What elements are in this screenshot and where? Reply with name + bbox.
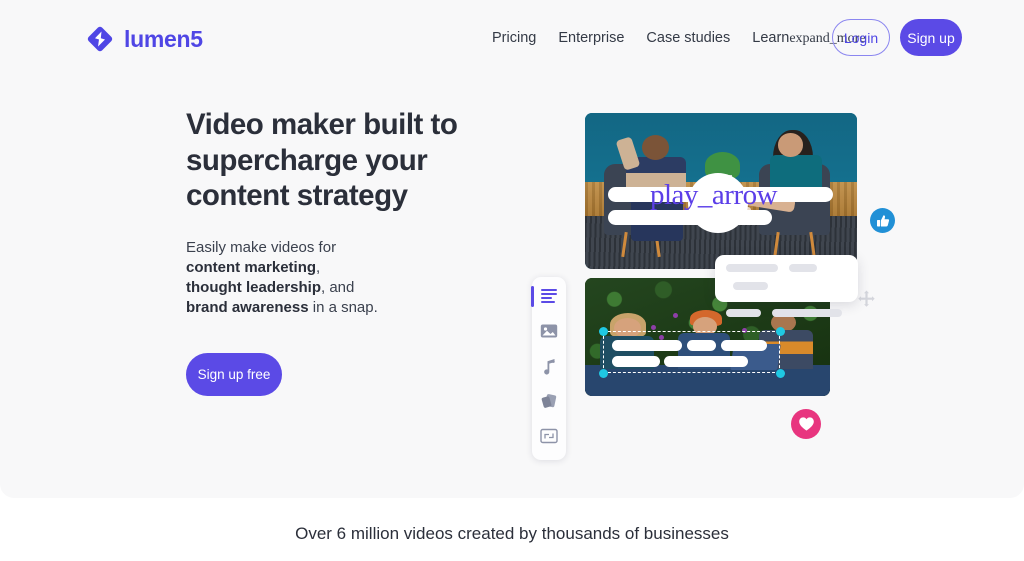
text-lines-icon xyxy=(541,289,557,303)
expand-frame-icon xyxy=(540,428,558,444)
product-mockup: play_arrow xyxy=(520,100,920,470)
active-indicator-bar xyxy=(531,286,534,307)
subtitle-bold-brand-awareness: brand awareness xyxy=(186,298,309,316)
nav-actions: Login Sign up xyxy=(832,19,962,56)
move-cross-icon[interactable] xyxy=(858,290,875,307)
floating-skeleton-card xyxy=(715,255,858,317)
heart-icon xyxy=(798,417,814,431)
subtitle-bold-content-marketing: content marketing xyxy=(186,258,317,276)
hero-copy: Video maker built to supercharge your co… xyxy=(186,107,516,396)
sidebar-item-image-tool[interactable] xyxy=(538,320,560,342)
hero-subtitle: Easily make videos for content marketing… xyxy=(186,238,516,318)
headline-line-1: Video maker built to xyxy=(186,108,458,141)
text-skeleton-bar xyxy=(664,356,748,367)
text-skeleton-bar xyxy=(612,340,682,351)
headline-line-3: content strategy xyxy=(186,179,408,212)
sidebar-item-resize-tool[interactable] xyxy=(538,425,560,447)
headline-line-2: supercharge your xyxy=(186,143,428,177)
top-navigation-bar: lumen5 Pricing Enterprise Case studies L… xyxy=(0,0,1024,76)
login-button[interactable]: Login xyxy=(832,19,890,56)
text-skeleton-bar xyxy=(612,356,660,367)
page-root: lumen5 Pricing Enterprise Case studies L… xyxy=(0,0,1024,561)
subtitle-comma: , xyxy=(316,258,321,276)
page-title: Video maker built to supercharge your co… xyxy=(186,107,516,214)
thumbs-up-badge xyxy=(870,208,895,233)
heart-badge xyxy=(791,409,821,439)
brand-name: lumen5 xyxy=(124,25,203,52)
thumbs-up-icon xyxy=(876,214,889,226)
music-note-icon xyxy=(543,358,555,375)
nav-link-case-studies[interactable]: Case studies xyxy=(646,30,730,46)
nav-link-pricing[interactable]: Pricing xyxy=(492,30,536,46)
nav-links: Pricing Enterprise Case studies Learn exp… xyxy=(492,30,866,47)
selection-handle-bottom-left[interactable] xyxy=(598,368,608,378)
signup-button[interactable]: Sign up xyxy=(900,19,962,56)
lumen5-diamond-logo-icon xyxy=(85,24,115,54)
text-skeleton-bar xyxy=(721,340,767,351)
selection-handle-top-right[interactable] xyxy=(775,326,785,336)
nav-link-learn-label: Learn xyxy=(752,30,790,46)
subtitle-tail: in a snap. xyxy=(308,298,378,316)
subtitle-bold-thought-leadership: thought leadership xyxy=(186,278,321,296)
text-skeleton-bar xyxy=(687,340,716,351)
play-arrow-icon[interactable]: play_arrow xyxy=(650,180,840,210)
selection-handle-bottom-right[interactable] xyxy=(775,368,785,378)
selection-handle-top-left[interactable] xyxy=(598,326,608,336)
layers-icon xyxy=(541,393,557,408)
sidebar-item-layers-tool[interactable] xyxy=(538,390,560,412)
subtitle-line-1: Easily make videos for xyxy=(186,238,337,256)
sidebar-item-music-tool[interactable] xyxy=(538,355,560,377)
subtitle-and: , and xyxy=(321,278,355,296)
nav-link-enterprise[interactable]: Enterprise xyxy=(558,30,624,46)
signup-free-button[interactable]: Sign up free xyxy=(186,353,282,396)
brand-logo[interactable]: lumen5 xyxy=(85,24,203,54)
image-icon xyxy=(540,324,558,338)
sidebar-item-text-tool[interactable] xyxy=(531,285,560,307)
editor-sidebar-toolbar xyxy=(531,277,566,460)
social-proof-text: Over 6 million videos created by thousan… xyxy=(295,524,729,543)
